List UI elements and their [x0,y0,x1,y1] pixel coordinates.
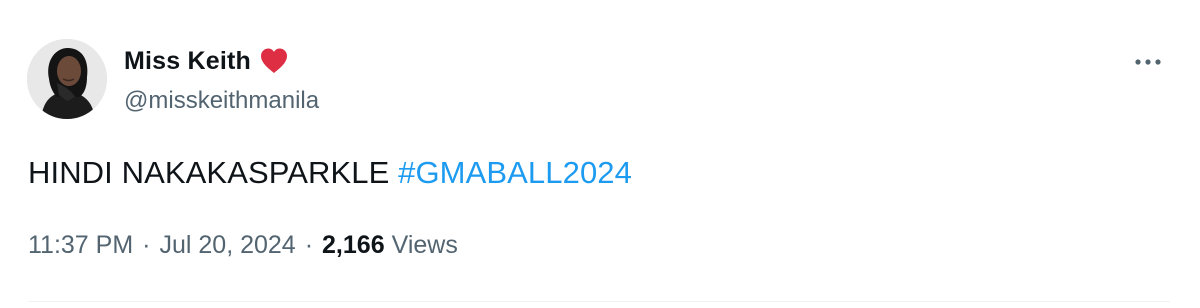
divider [28,301,1170,302]
tweet-meta: 11:37 PM · Jul 20, 2024 · 2,166 Views [28,231,458,260]
more-options-button[interactable] [1126,44,1170,80]
views-count: 2,166 [322,231,385,259]
hashtag-link[interactable]: #GMABALL2024 [398,155,632,190]
views-label: Views [391,231,458,259]
tweet-text: HINDI NAKAKASPARKLE #GMABALL2024 [28,155,632,191]
tweet-date: Jul 20, 2024 [159,231,296,259]
more-horizontal-icon [1135,59,1161,65]
avatar-image [27,39,107,119]
heart-emoji-icon [259,47,289,75]
tweet-card: Miss Keith @misskeithmanila HINDI NAKAKA… [0,0,1200,308]
tweet-time: 11:37 PM [28,231,134,259]
author-display-name[interactable]: Miss Keith [124,47,251,76]
author-handle[interactable]: @misskeithmanila [124,87,319,115]
tweet-time-link[interactable]: 11:37 PM · Jul 20, 2024 [28,231,296,260]
author-avatar[interactable] [27,39,107,119]
separator-dot: · [304,231,314,259]
author-name-row[interactable]: Miss Keith [124,45,289,77]
separator-dot: · [142,231,151,259]
tweet-body-text: HINDI NAKAKASPARKLE [28,155,390,190]
